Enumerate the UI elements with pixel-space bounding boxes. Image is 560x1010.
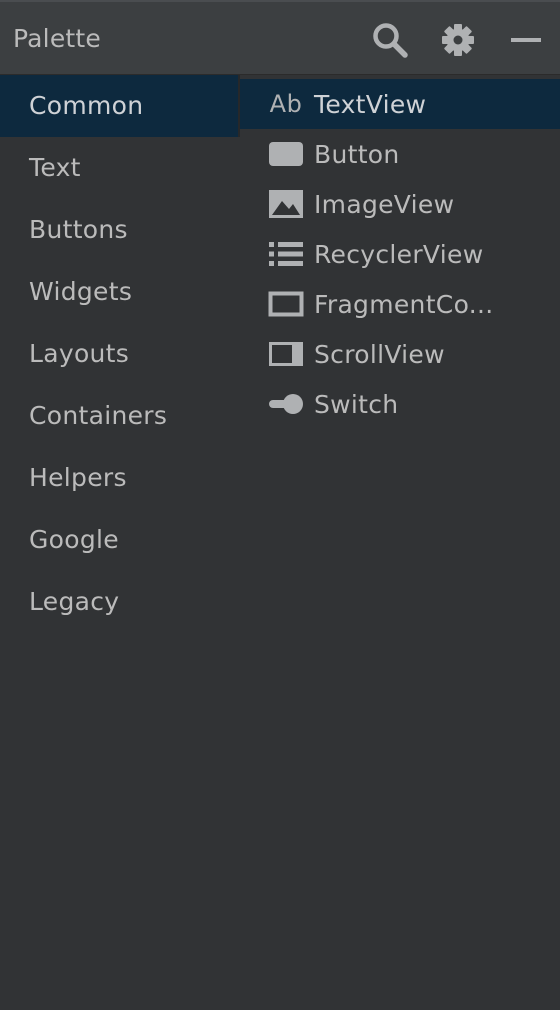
category-item-layouts[interactable]: Layouts — [0, 323, 238, 385]
component-list: Ab TextView Button ImageView RecyclerVie… — [240, 75, 560, 1010]
gear-icon — [442, 24, 474, 56]
scrollview-icon — [268, 337, 304, 371]
category-list: Common Text Buttons Widgets Layouts Cont… — [0, 75, 238, 1010]
search-button[interactable] — [370, 20, 410, 60]
category-label: Buttons — [29, 215, 128, 244]
component-label: ScrollView — [314, 340, 445, 369]
category-item-google[interactable]: Google — [0, 509, 238, 571]
component-item-recyclerview[interactable]: RecyclerView — [240, 229, 560, 279]
category-label: Layouts — [29, 339, 130, 368]
category-item-common[interactable]: Common — [0, 75, 238, 137]
palette-header: Palette — [0, 0, 560, 75]
category-item-text[interactable]: Text — [0, 137, 238, 199]
component-item-fragmentcontainer[interactable]: FragmentCo... — [240, 279, 560, 329]
category-label: Containers — [29, 401, 168, 430]
component-label: Switch — [314, 390, 399, 419]
category-item-buttons[interactable]: Buttons — [0, 199, 238, 261]
component-label: RecyclerView — [314, 240, 484, 269]
component-label: Button — [314, 140, 400, 169]
component-item-scrollview[interactable]: ScrollView — [240, 329, 560, 379]
fragment-icon — [268, 287, 304, 321]
category-item-helpers[interactable]: Helpers — [0, 447, 238, 509]
panel-title: Palette — [13, 24, 101, 53]
switch-icon — [268, 387, 304, 421]
list-icon — [268, 237, 304, 271]
button-icon — [268, 137, 304, 171]
settings-button[interactable] — [438, 20, 478, 60]
component-item-imageview[interactable]: ImageView — [240, 179, 560, 229]
image-icon — [268, 187, 304, 221]
textview-icon: Ab — [269, 90, 303, 118]
category-item-legacy[interactable]: Legacy — [0, 571, 238, 633]
category-label: Legacy — [29, 587, 120, 616]
component-item-textview[interactable]: Ab TextView — [240, 79, 560, 129]
component-item-switch[interactable]: Switch — [240, 379, 560, 429]
category-item-widgets[interactable]: Widgets — [0, 261, 238, 323]
search-icon — [373, 23, 408, 58]
component-label: ImageView — [314, 190, 455, 219]
category-label: Text — [29, 153, 81, 182]
component-item-button[interactable]: Button — [240, 129, 560, 179]
category-label: Google — [29, 525, 119, 554]
category-label: Widgets — [29, 277, 133, 306]
minimize-icon — [511, 38, 541, 42]
component-label: FragmentCo... — [314, 290, 494, 319]
category-item-containers[interactable]: Containers — [0, 385, 238, 447]
category-label: Helpers — [29, 463, 127, 492]
component-label: TextView — [314, 90, 427, 119]
minimize-button[interactable] — [506, 20, 546, 60]
category-label: Common — [29, 91, 144, 120]
